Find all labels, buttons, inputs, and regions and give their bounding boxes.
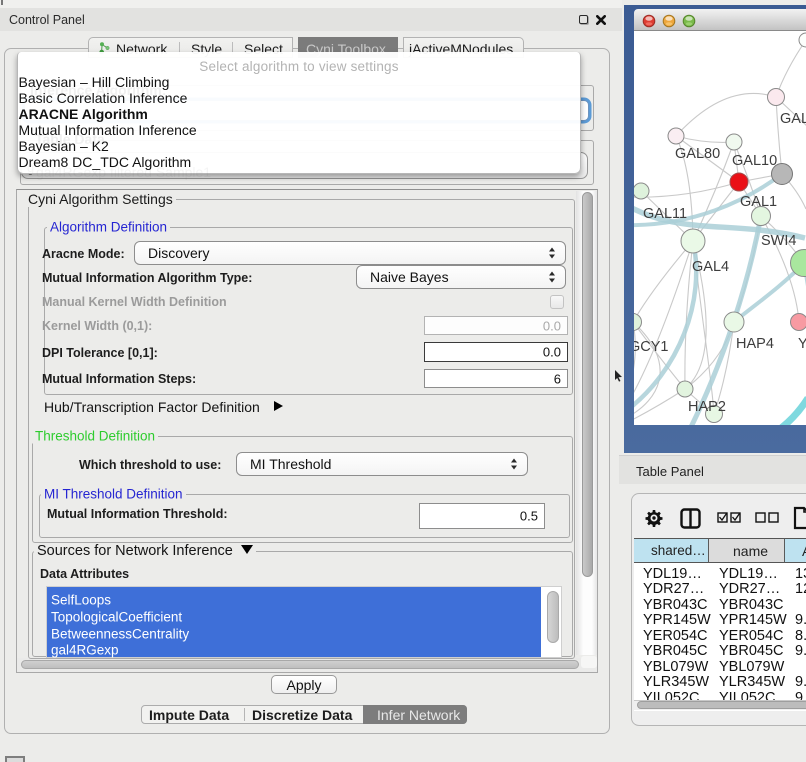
svg-text:Y: Y xyxy=(798,336,806,352)
svg-text:HAP4: HAP4 xyxy=(736,336,774,352)
svg-text:HAP2: HAP2 xyxy=(688,399,726,415)
svg-text:GCY1: GCY1 xyxy=(634,339,669,355)
svg-text:GAL11: GAL11 xyxy=(643,206,687,222)
svg-text:GAL10: GAL10 xyxy=(732,153,777,169)
svg-text:SWI4: SWI4 xyxy=(761,233,796,249)
svg-text:GAL1: GAL1 xyxy=(740,194,777,210)
svg-text:GAL: GAL xyxy=(780,111,806,127)
svg-text:GAL80: GAL80 xyxy=(675,146,720,162)
svg-text:GAL4: GAL4 xyxy=(692,259,729,275)
